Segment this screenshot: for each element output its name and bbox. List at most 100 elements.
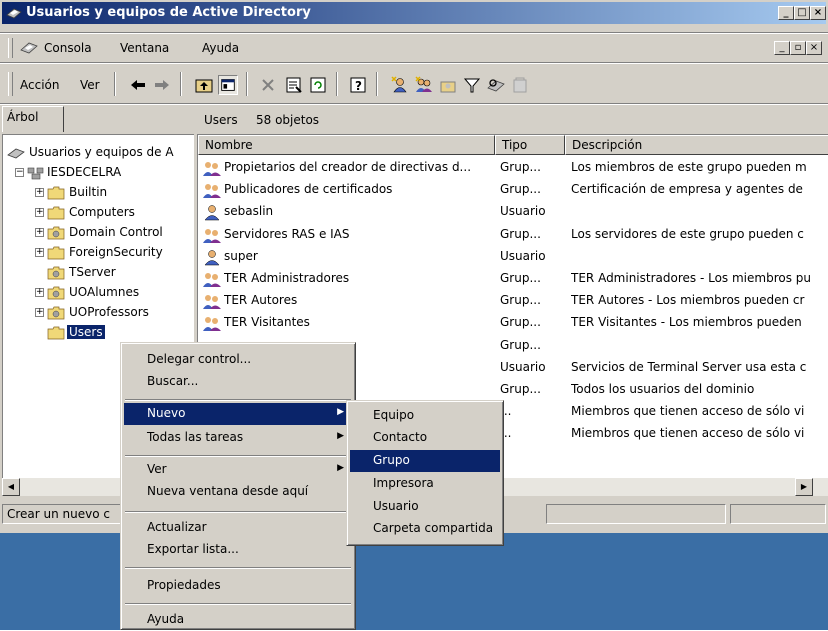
expand-icon[interactable]: + bbox=[35, 228, 44, 237]
menu-item-ayuda[interactable]: Ayuda bbox=[124, 609, 352, 631]
cell-description: Los miembros de este grupo pueden m bbox=[571, 160, 807, 174]
scroll-right-button[interactable]: ▶ bbox=[795, 478, 813, 496]
table-row[interactable]: Propietarios del creador de directivas d… bbox=[198, 157, 828, 179]
menu-item-exportar-lista[interactable]: Exportar lista... bbox=[124, 539, 352, 561]
cell-description: Todos los usuarios del dominio bbox=[571, 382, 755, 396]
delete-icon[interactable] bbox=[258, 75, 278, 95]
table-row[interactable]: Publicadores de certificados Grup... Certi… bbox=[198, 179, 828, 201]
properties-icon[interactable] bbox=[284, 75, 304, 95]
submenu-item-usuario[interactable]: Usuario bbox=[350, 496, 500, 518]
new-user-icon[interactable] bbox=[390, 75, 410, 95]
menu-item-todas-las-tareas[interactable]: Todas las tareas ▶ bbox=[124, 427, 352, 449]
menu-item-ver[interactable]: Ver ▶ bbox=[124, 459, 352, 481]
refresh-icon[interactable] bbox=[308, 75, 328, 95]
tree-domain-label: IESDECELRA bbox=[47, 165, 122, 179]
table-row[interactable]: TER Autores Grup... TER Autores - Los miem… bbox=[198, 290, 828, 312]
cell-type: Grup... bbox=[500, 293, 541, 308]
active-directory-icon bbox=[6, 8, 22, 19]
menu-ventana[interactable]: Ventana bbox=[120, 41, 169, 55]
tree-item-label: Users bbox=[67, 325, 105, 339]
group-icon bbox=[203, 273, 221, 287]
title-bar[interactable]: Usuarios y equipos de Active Directory _… bbox=[2, 2, 826, 24]
table-row[interactable]: sebaslin Usuario bbox=[198, 201, 828, 223]
menu-separator bbox=[125, 603, 351, 605]
column-header-descripcion[interactable]: Descripción bbox=[565, 135, 828, 155]
menu-item-nuevo[interactable]: Nuevo ▶ bbox=[124, 403, 352, 425]
cell-description: TER Visitantes - Los miembros pueden bbox=[571, 315, 802, 330]
folder-icon bbox=[47, 206, 65, 220]
nuevo-submenu: Equipo Contacto Grupo Impresora Usuario … bbox=[346, 400, 504, 546]
menu-consola[interactable]: Consola bbox=[44, 41, 92, 55]
cell-type: Grup... bbox=[500, 337, 541, 352]
menu-item-delegar-control[interactable]: Delegar control... bbox=[124, 349, 352, 371]
menu-separator bbox=[125, 399, 351, 401]
minimize-button[interactable]: _ bbox=[778, 6, 794, 20]
submenu-item-impresora[interactable]: Impresora bbox=[350, 473, 500, 495]
menu-item-actualizar[interactable]: Actualizar bbox=[124, 517, 352, 539]
submenu-arrow-icon: ▶ bbox=[337, 463, 344, 473]
maximize-button[interactable]: □ bbox=[794, 6, 810, 20]
pane-title: Users bbox=[204, 113, 238, 127]
tree-item-label: UOProfessors bbox=[69, 305, 149, 319]
tree-item-label: UOAlumnes bbox=[69, 285, 140, 299]
menu-ver[interactable]: Ver bbox=[80, 78, 100, 92]
cell-description: Miembros que tienen acceso de sólo vi bbox=[571, 426, 805, 441]
back-arrow-icon[interactable] bbox=[128, 75, 148, 95]
tab-arbol[interactable]: Árbol bbox=[2, 106, 64, 132]
menu-accion[interactable]: Acción bbox=[20, 78, 59, 92]
show-tree-icon[interactable] bbox=[218, 75, 238, 95]
divider bbox=[0, 32, 828, 34]
menu-item-label: Ver bbox=[147, 462, 167, 476]
toolbar-grip[interactable] bbox=[8, 72, 13, 96]
submenu-item-carpeta-compartida[interactable]: Carpeta compartida bbox=[350, 518, 500, 540]
table-row[interactable]: TER Administradores Grup... TER Administra… bbox=[198, 268, 828, 290]
column-header-nombre[interactable]: Nombre bbox=[198, 135, 495, 155]
expand-icon[interactable]: + bbox=[35, 248, 44, 257]
submenu-item-equipo[interactable]: Equipo bbox=[350, 405, 500, 427]
expand-icon[interactable]: + bbox=[35, 308, 44, 317]
table-row[interactable]: TER Visitantes Grup... TER Visitantes - Lo… bbox=[198, 312, 828, 334]
up-folder-icon[interactable] bbox=[194, 75, 214, 95]
cell-description: Servicios de Terminal Server usa esta c bbox=[571, 359, 807, 374]
group-icon bbox=[203, 184, 221, 199]
cell-type: Grup... bbox=[500, 382, 541, 396]
help-icon[interactable]: ? bbox=[348, 75, 368, 95]
menu-item-buscar[interactable]: Buscar... bbox=[124, 371, 352, 393]
group-icon bbox=[203, 228, 221, 243]
column-header-tipo[interactable]: Tipo bbox=[495, 135, 565, 155]
menubar-grip[interactable] bbox=[8, 38, 13, 58]
add-to-group-icon[interactable] bbox=[510, 75, 530, 95]
submenu-item-grupo[interactable]: Grupo bbox=[350, 450, 500, 472]
new-group-icon[interactable] bbox=[414, 75, 434, 95]
ou-icon bbox=[47, 266, 65, 280]
find-icon[interactable] bbox=[486, 75, 506, 95]
menu-item-propiedades[interactable]: Propiedades bbox=[124, 575, 352, 597]
table-row[interactable]: super Usuario bbox=[198, 246, 828, 268]
folder-icon bbox=[47, 186, 65, 200]
mdi-close-button[interactable]: × bbox=[806, 41, 822, 55]
mdi-minimize-button[interactable]: _ bbox=[774, 41, 790, 55]
ou-icon bbox=[47, 286, 65, 300]
svg-text:?: ? bbox=[355, 79, 362, 93]
object-count: 58 objetos bbox=[256, 113, 320, 127]
table-row[interactable]: Servidores RAS e IAS Grup... Los servidore… bbox=[198, 224, 828, 246]
scroll-left-button[interactable]: ◀ bbox=[2, 478, 20, 496]
cell-name: TER Visitantes bbox=[224, 315, 310, 330]
expand-icon[interactable]: + bbox=[35, 188, 44, 197]
forward-arrow-icon[interactable] bbox=[152, 75, 172, 95]
expand-icon[interactable]: + bbox=[35, 208, 44, 217]
submenu-item-contacto[interactable]: Contacto bbox=[350, 427, 500, 449]
tree-item-label: TServer bbox=[69, 265, 116, 279]
cell-type: Grup... bbox=[500, 226, 541, 241]
ou-icon bbox=[47, 226, 65, 240]
mdi-restore-button[interactable]: ▫ bbox=[790, 41, 806, 55]
close-button[interactable]: × bbox=[810, 6, 826, 20]
cell-type: Grup... bbox=[500, 315, 541, 330]
menu-ayuda[interactable]: Ayuda bbox=[202, 41, 239, 55]
filter-icon[interactable] bbox=[462, 75, 482, 95]
new-ou-icon[interactable] bbox=[438, 75, 458, 95]
cell-name: Propietarios del creador de directivas d… bbox=[224, 160, 472, 174]
expand-icon[interactable]: + bbox=[35, 288, 44, 297]
menu-item-nueva-ventana[interactable]: Nueva ventana desde aquí bbox=[124, 481, 352, 503]
collapse-icon[interactable]: − bbox=[15, 168, 24, 177]
